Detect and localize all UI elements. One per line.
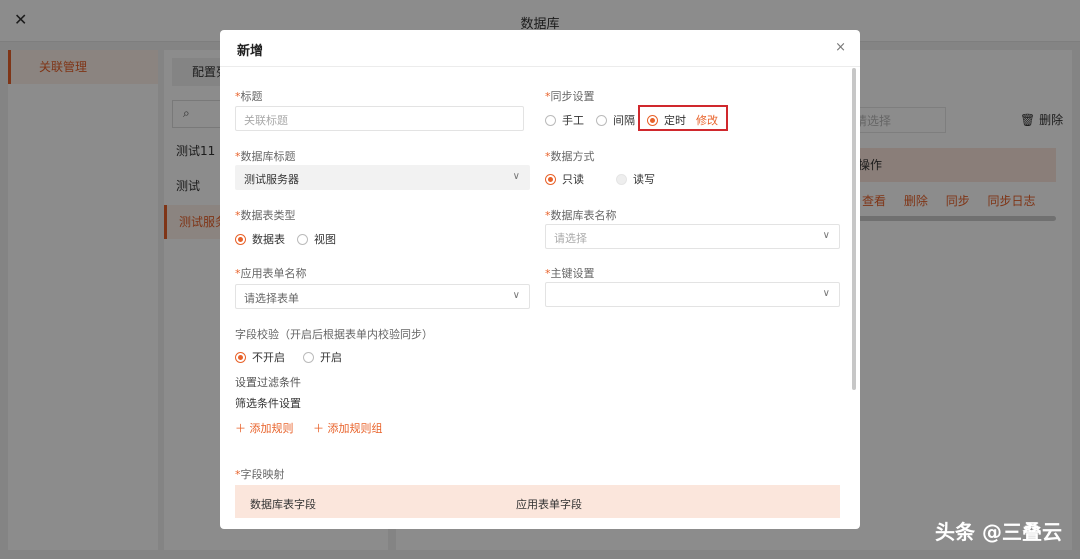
db-table-name-label: *数据库表名称 (545, 209, 617, 222)
primary-key-select[interactable]: ∨ (545, 282, 840, 307)
vertical-scrollbar[interactable] (852, 68, 856, 390)
field-check-off[interactable]: 不开启 (235, 349, 285, 365)
title-input[interactable]: 关联标题 (235, 106, 524, 131)
db-title-value: 测试服务器 (244, 173, 299, 186)
data-mode-readwrite[interactable]: 读写 (616, 171, 655, 187)
data-mode-radio-group: 只读 读写 (545, 171, 667, 187)
close-icon[interactable]: × (835, 40, 846, 55)
table-type-table[interactable]: 数据表 (235, 231, 285, 247)
primary-key-label: *主键设置 (545, 267, 595, 280)
chevron-down-icon: ∨ (822, 230, 830, 241)
app-form-name-placeholder: 请选择表单 (244, 292, 299, 305)
table-type-radio-group: 数据表 视图 (235, 231, 348, 247)
dialog-title: 新增 (237, 44, 264, 59)
field-check-radio-group: 不开启 开启 (235, 349, 354, 365)
field-map-label: *字段映射 (235, 468, 285, 481)
chevron-down-icon: ∨ (822, 288, 830, 299)
chevron-down-icon: ∨ (512, 290, 520, 301)
column-header-app-field: 应用表单字段 (516, 498, 582, 511)
add-rule-group-button[interactable]: ＋ 添加规则组 (313, 422, 391, 435)
dialog-header: 新增 × (220, 30, 860, 67)
filter-sublabel: 筛选条件设置 (235, 397, 301, 410)
watermark: 头条 @三叠云 (935, 520, 1062, 544)
app-form-name-label: *应用表单名称 (235, 267, 307, 280)
field-check-on[interactable]: 开启 (303, 349, 342, 365)
field-map-table-header: 数据库表字段 应用表单字段 (235, 485, 840, 518)
sync-option-manual[interactable]: 手工 (545, 112, 584, 128)
new-relation-dialog: 新增 × *标题 关联标题 *同步设置 手工 间隔 定时 修改 *数据库标题 测试… (220, 30, 860, 529)
db-table-name-select[interactable]: 请选择 ∨ (545, 224, 840, 249)
add-rule-links: ＋ 添加规则 ＋ 添加规则组 (235, 420, 399, 436)
column-header-db-field: 数据库表字段 (250, 498, 316, 511)
db-title-select[interactable]: 测试服务器 ∨ (235, 165, 530, 190)
highlight-annotation (638, 105, 728, 131)
data-mode-readonly[interactable]: 只读 (545, 171, 584, 187)
db-title-label: *数据库标题 (235, 150, 296, 163)
chevron-down-icon: ∨ (512, 171, 520, 182)
table-type-view[interactable]: 视图 (297, 231, 336, 247)
sync-settings-label: *同步设置 (545, 90, 595, 103)
add-rule-button[interactable]: ＋ 添加规则 (235, 422, 302, 435)
table-type-label: *数据表类型 (235, 209, 296, 222)
filter-label: 设置过滤条件 (235, 376, 301, 389)
db-table-name-placeholder: 请选择 (554, 232, 587, 245)
field-check-label: 字段校验（开启后根据表单内校验同步） (235, 328, 433, 341)
sync-option-interval[interactable]: 间隔 (596, 112, 635, 128)
app-form-name-select[interactable]: 请选择表单 ∨ (235, 284, 530, 309)
data-mode-label: *数据方式 (545, 150, 595, 163)
title-label: *标题 (235, 90, 263, 103)
